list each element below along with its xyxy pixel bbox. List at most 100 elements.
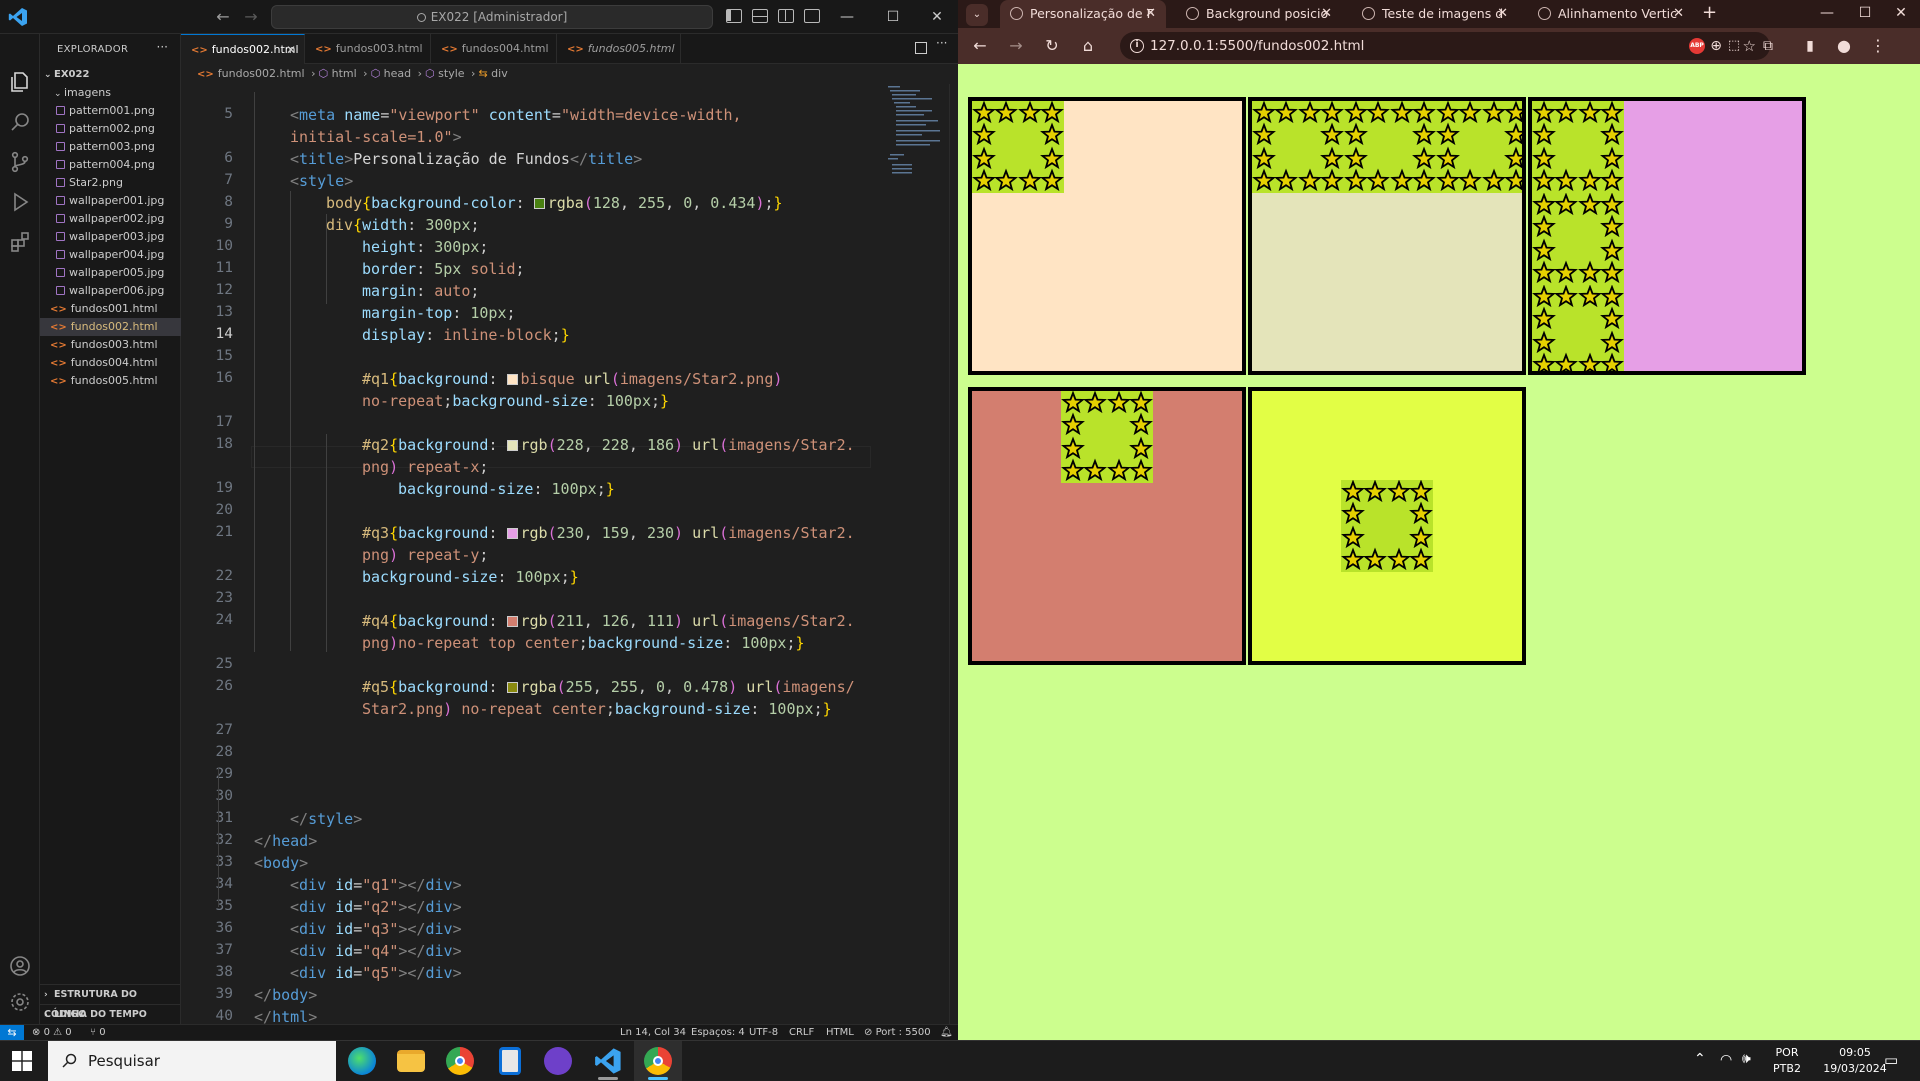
notifications-bell-icon[interactable]: 🔔︎	[940, 1025, 953, 1040]
close-tab-icon[interactable]: ✕	[1321, 0, 1332, 28]
run-debug-icon[interactable]	[8, 190, 32, 214]
image-file-item[interactable]: wallpaper001.jpg	[40, 192, 181, 210]
chrome-close-button[interactable]: ✕	[1882, 0, 1920, 28]
image-file-item[interactable]: pattern003.png	[40, 138, 181, 156]
minimize-button[interactable]: —	[824, 0, 870, 34]
close-tab-icon[interactable]: ✕	[1145, 0, 1156, 28]
close-window-button[interactable]: ✕	[914, 0, 960, 34]
html-file-item[interactable]: <> fundos001.html	[40, 300, 181, 318]
html-file-item[interactable]: <> fundos005.html	[40, 372, 181, 390]
live-server-port[interactable]: ⊘ Port : 5500	[864, 1025, 931, 1040]
tab-fundos004[interactable]: <> fundos004.html	[431, 34, 557, 64]
breadcrumb-html[interactable]: html	[332, 67, 357, 80]
profile-avatar-icon[interactable]: ●	[1834, 36, 1854, 56]
chrome-tab-background[interactable]: Background posicio ✕	[1176, 0, 1342, 28]
breadcrumb-div[interactable]: div	[491, 67, 508, 80]
image-file-item[interactable]: pattern002.png	[40, 120, 181, 138]
image-file-item[interactable]: wallpaper005.jpg	[40, 264, 181, 282]
customize-layout-icon[interactable]	[804, 9, 820, 23]
side-panel-icon[interactable]: ▮	[1800, 36, 1820, 56]
image-file-item[interactable]: pattern001.png	[40, 102, 181, 120]
language-indicator[interactable]: POR PTB2	[1772, 1046, 1802, 1075]
tab-fundos003[interactable]: <> fundos003.html	[305, 34, 431, 64]
more-actions-icon[interactable]: ···	[936, 36, 947, 50]
remote-indicator-icon[interactable]: ⇆	[0, 1025, 24, 1041]
bookmark-star-icon[interactable]: ☆	[1743, 32, 1756, 60]
chrome-minimize-button[interactable]: —	[1804, 0, 1850, 28]
folder-imagens[interactable]: ⌄ imagens	[40, 84, 181, 102]
image-file-item[interactable]: Star2.png	[40, 174, 181, 192]
image-file-item[interactable]: wallpaper003.jpg	[40, 228, 181, 246]
image-file-item[interactable]: wallpaper004.jpg	[40, 246, 181, 264]
site-info-icon[interactable]: i	[1130, 39, 1144, 53]
chrome-tab-personalizacao[interactable]: Personalização de F ✕	[1000, 0, 1166, 28]
toggle-panel-icon[interactable]	[752, 9, 768, 23]
home-icon[interactable]: ⌂	[1078, 36, 1098, 56]
editor-scrollbar[interactable]	[949, 84, 958, 1024]
image-file-item[interactable]: wallpaper006.jpg	[40, 282, 181, 300]
minimap[interactable]	[886, 84, 946, 204]
html-file-item[interactable]: <> fundos002.html	[40, 318, 181, 336]
settings-gear-icon[interactable]	[8, 990, 32, 1014]
zoom-icon[interactable]: ⊕	[1710, 32, 1722, 60]
extensions-icon[interactable]	[8, 230, 32, 254]
network-icon[interactable]: ◠	[1720, 1052, 1732, 1068]
back-arrow-icon[interactable]: ←	[213, 7, 233, 27]
notification-center-icon[interactable]: ▭	[1884, 1051, 1898, 1069]
language-mode[interactable]: HTML	[826, 1025, 854, 1040]
chrome-maximize-button[interactable]: ☐	[1850, 0, 1880, 28]
html-file-item[interactable]: <> fundos004.html	[40, 354, 181, 372]
tray-chevron-up-icon[interactable]: ⌃	[1694, 1051, 1706, 1067]
toggle-secondary-sidebar-icon[interactable]	[778, 9, 794, 23]
outline-section[interactable]: › ESTRUTURA DO CÓDIGO	[40, 984, 181, 1020]
search-icon[interactable]	[8, 110, 32, 134]
chrome-tab-alinhamento[interactable]: Alinhamento Vertic ✕	[1528, 0, 1694, 28]
edge-browser-icon[interactable]	[348, 1047, 376, 1075]
maximize-button[interactable]: ☐	[870, 0, 916, 34]
cursor-position[interactable]: Ln 14, Col 34	[620, 1025, 686, 1040]
account-icon[interactable]	[8, 954, 32, 978]
close-tab-icon[interactable]: ✕	[1497, 0, 1508, 28]
clock[interactable]: 09:05 19/03/2024	[1820, 1046, 1890, 1075]
calculator-icon[interactable]	[499, 1047, 521, 1075]
chrome-active-icon[interactable]	[644, 1047, 672, 1075]
close-tab-icon[interactable]: ✕	[286, 35, 296, 65]
new-tab-plus-icon[interactable]: +	[1702, 2, 1717, 23]
vscode-taskbar-icon[interactable]	[594, 1047, 622, 1075]
chrome-tab-teste[interactable]: Teste de imagens d ✕	[1352, 0, 1518, 28]
extensions-puzzle-icon[interactable]: ⧉	[1758, 36, 1778, 56]
close-tab-icon[interactable]: ✕	[1673, 0, 1684, 28]
file-explorer-icon[interactable]	[397, 1050, 425, 1072]
source-control-icon[interactable]	[8, 150, 32, 174]
workspace-root-folder[interactable]: ⌄ EX022	[40, 66, 181, 84]
encoding[interactable]: UTF-8	[749, 1025, 778, 1040]
adblock-plus-icon[interactable]: ABP	[1689, 38, 1705, 54]
indentation[interactable]: Espaços: 4	[691, 1025, 745, 1040]
image-file-item[interactable]: pattern004.png	[40, 156, 181, 174]
breadcrumb-file[interactable]: fundos002.html	[218, 67, 305, 80]
chrome-icon[interactable]	[446, 1047, 474, 1075]
address-bar[interactable]: i 127.0.0.1:5500/fundos002.html ⊕ ☆	[1120, 32, 1770, 60]
more-actions-icon[interactable]: ···	[157, 40, 168, 54]
breadcrumb-style[interactable]: style	[438, 67, 464, 80]
back-arrow-icon[interactable]: ←	[970, 36, 990, 56]
screenshot-extension-icon[interactable]: ⬚	[1724, 36, 1744, 56]
chrome-menu-icon[interactable]: ⋮	[1868, 36, 1888, 56]
split-editor-icon[interactable]	[915, 42, 927, 54]
tab-fundos005[interactable]: <> fundos005.html	[557, 34, 681, 64]
command-center-search[interactable]: EX022 [Administrador]	[271, 5, 713, 29]
html-file-item[interactable]: <> fundos003.html	[40, 336, 181, 354]
tab-search-icon[interactable]: ⌄	[966, 4, 988, 26]
line-ending[interactable]: CRLF	[789, 1025, 814, 1040]
forward-arrow-icon[interactable]: →	[1006, 36, 1026, 56]
code-editor[interactable]: 5 6 7 8 9 10 11 12 13 14 15 16 17 18 19 20 21 22 23 24 25 26 2…	[181, 84, 958, 1024]
explorer-icon[interactable]	[8, 70, 32, 94]
forward-arrow-icon[interactable]: →	[241, 7, 261, 27]
problems-indicator[interactable]: ⊗ 0 ⚠ 0	[32, 1025, 72, 1040]
github-desktop-icon[interactable]	[544, 1047, 572, 1075]
windows-start-icon[interactable]	[12, 1051, 32, 1071]
timeline-section[interactable]: › LINHA DO TEMPO	[40, 1004, 181, 1024]
reload-icon[interactable]: ↻	[1042, 36, 1062, 56]
tab-fundos002[interactable]: <> fundos002.html ✕	[181, 34, 305, 64]
image-file-item[interactable]: wallpaper002.jpg	[40, 210, 181, 228]
